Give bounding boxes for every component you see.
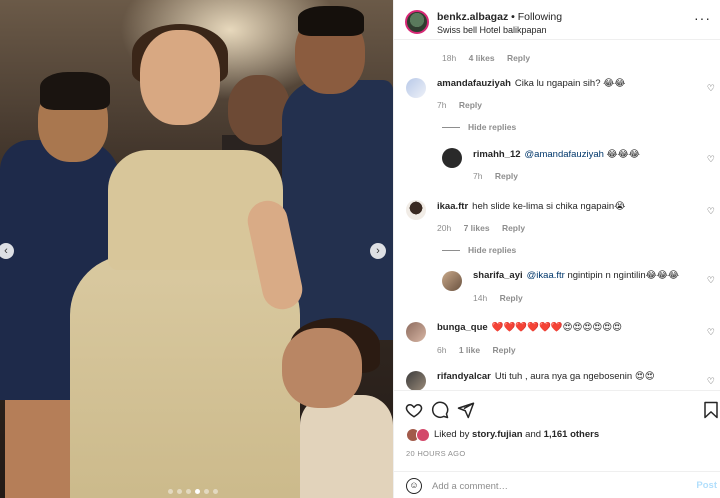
comment-body: sharifa_ayi @ikaa.ftr ngintipin n ngintil… [473,270,679,281]
carousel-dot [213,489,218,494]
comment-text: ngintipin n ngintilin😂😂😂 [567,270,679,281]
add-comment-bar: ☺ Post [394,471,720,498]
liked-by-line: Liked by story.fujian and 1,161 others [434,429,599,440]
comment-meta: 14h Reply [473,293,523,303]
liked-user-link[interactable]: story.fujian [472,429,523,440]
comment-body: rimahh_12 @amandafauziyah 😂😂😂 [473,149,640,160]
comment-body: rifandyalcar Uti tuh , aura nya ga ngebos… [437,371,655,382]
post-timestamp[interactable]: 20 HOURS AGO [406,449,465,458]
commenter-avatar[interactable] [406,371,426,390]
comment-meta: 6h 1 like Reply [437,345,516,355]
comment-text: 😂😂😂 [606,149,640,160]
comment-text: Uti tuh , aura nya ga ngebosenin 😍😍 [494,371,655,382]
comment-body: amandafauziyah Cika lu ngapain sih? 😂😂 [437,78,625,89]
liked-others-link[interactable]: 1,161 others [544,429,599,440]
commenter-avatar[interactable] [442,271,462,291]
carousel-dot-active [195,489,200,494]
carousel-dots [168,489,218,494]
like-comment-heart-icon[interactable]: ♡ [707,83,715,94]
liked-and: and [525,429,542,440]
comment-username[interactable]: bunga_que [437,322,488,333]
comment-text: heh slide ke-lima si chika ngapain😭 [472,201,626,212]
comment-mention[interactable]: @amandafauziyah [525,149,604,160]
comment-reply-button[interactable]: Reply [495,171,518,181]
share-send-icon[interactable] [457,401,475,419]
comment-mention[interactable]: @ikaa.ftr [527,270,565,281]
comment-reply-button[interactable]: Reply [500,293,523,303]
liker-avatar [416,428,430,442]
commenter-avatar[interactable] [406,322,426,342]
comment-body: ikaa.ftr heh slide ke-lima si chika ngapa… [437,201,625,212]
comment-likes[interactable]: 4 likes [469,53,495,63]
hide-replies-button[interactable]: Hide replies [442,245,516,255]
like-heart-icon[interactable] [405,401,423,419]
like-comment-heart-icon[interactable]: ♡ [707,206,715,217]
post-side-panel: benkz.albagaz • Following Swiss bell Hot… [393,0,720,498]
comment-reply-button[interactable]: Reply [507,53,530,63]
commenter-avatar[interactable] [406,200,426,220]
emoji-smiley-icon[interactable]: ☺ [406,478,422,494]
like-comment-heart-icon[interactable]: ♡ [707,275,715,286]
comment-time: 6h [437,345,447,355]
comment-reply-button[interactable]: Reply [502,223,525,233]
post-location[interactable]: Swiss bell Hotel balikpapan [437,25,547,35]
comment-username[interactable]: sharifa_ayi [473,270,523,281]
comment-time: 7h [437,100,447,110]
carousel-dot [186,489,191,494]
save-bookmark-icon[interactable] [702,401,720,419]
photo-figure [282,328,362,408]
comment-time: 7h [473,171,483,181]
comment-time: 20h [437,223,452,233]
like-comment-heart-icon[interactable]: ♡ [707,154,715,165]
comment-username[interactable]: rimahh_12 [473,149,521,160]
comment-likes[interactable]: 1 like [459,345,480,355]
comment-time: 18h [442,53,457,63]
comment-time: 14h [473,293,488,303]
comment-username[interactable]: rifandyalcar [437,371,491,382]
comment-meta: 7h Reply [437,100,482,110]
carousel-dot [168,489,173,494]
liked-prefix: Liked by [434,429,470,440]
commenter-avatar[interactable] [406,78,426,98]
like-comment-heart-icon[interactable]: ♡ [707,376,715,387]
post-header: benkz.albagaz • Following Swiss bell Hot… [394,0,720,40]
commenter-avatar[interactable] [442,148,462,168]
comment-bubble-icon[interactable] [431,401,449,419]
following-button[interactable]: Following [518,11,562,23]
comment-meta: 7h Reply [473,171,518,181]
photo-figure [40,72,110,110]
comment-likes[interactable]: 7 likes [464,223,490,233]
comment-username[interactable]: ikaa.ftr [437,201,468,212]
photo-figure [300,395,393,498]
comment-reply-button[interactable]: Reply [459,100,482,110]
comment-meta: 18h 4 likes Reply [442,53,530,63]
author-line: benkz.albagaz • Following [437,11,562,23]
comment-meta: 20h 7 likes Reply [437,223,525,233]
comment-text: ❤️❤️❤️❤️❤️❤️😍😍😍😍😍😍 [491,322,623,333]
carousel-dot [177,489,182,494]
photo-figure [228,75,290,145]
comment-input[interactable] [432,478,672,494]
photo-figure [298,6,364,36]
comment-username[interactable]: amandafauziyah [437,78,511,89]
post-photo[interactable]: ‹ › [0,0,393,498]
like-comment-heart-icon[interactable]: ♡ [707,327,715,338]
post-comment-button[interactable]: Post [696,480,717,491]
photo-figure [140,30,220,125]
more-options-icon[interactable]: ··· [694,10,711,26]
carousel-dot [204,489,209,494]
separator-dot: • [511,11,515,23]
comment-body: bunga_que ❤️❤️❤️❤️❤️❤️😍😍😍😍😍😍 [437,322,622,333]
hide-replies-button[interactable]: Hide replies [442,122,516,132]
next-slide-button[interactable]: › [370,243,386,259]
comments-list[interactable]: 18h 4 likes Reply amandafauziyah Cika lu … [394,40,720,390]
comment-text: Cika lu ngapain sih? 😂😂 [514,78,626,89]
photo-figure [282,80,393,340]
author-avatar[interactable] [405,10,429,34]
post-actions: Liked by story.fujian and 1,161 others 2… [394,390,720,498]
comment-reply-button[interactable]: Reply [493,345,516,355]
author-username[interactable]: benkz.albagaz [437,11,508,23]
